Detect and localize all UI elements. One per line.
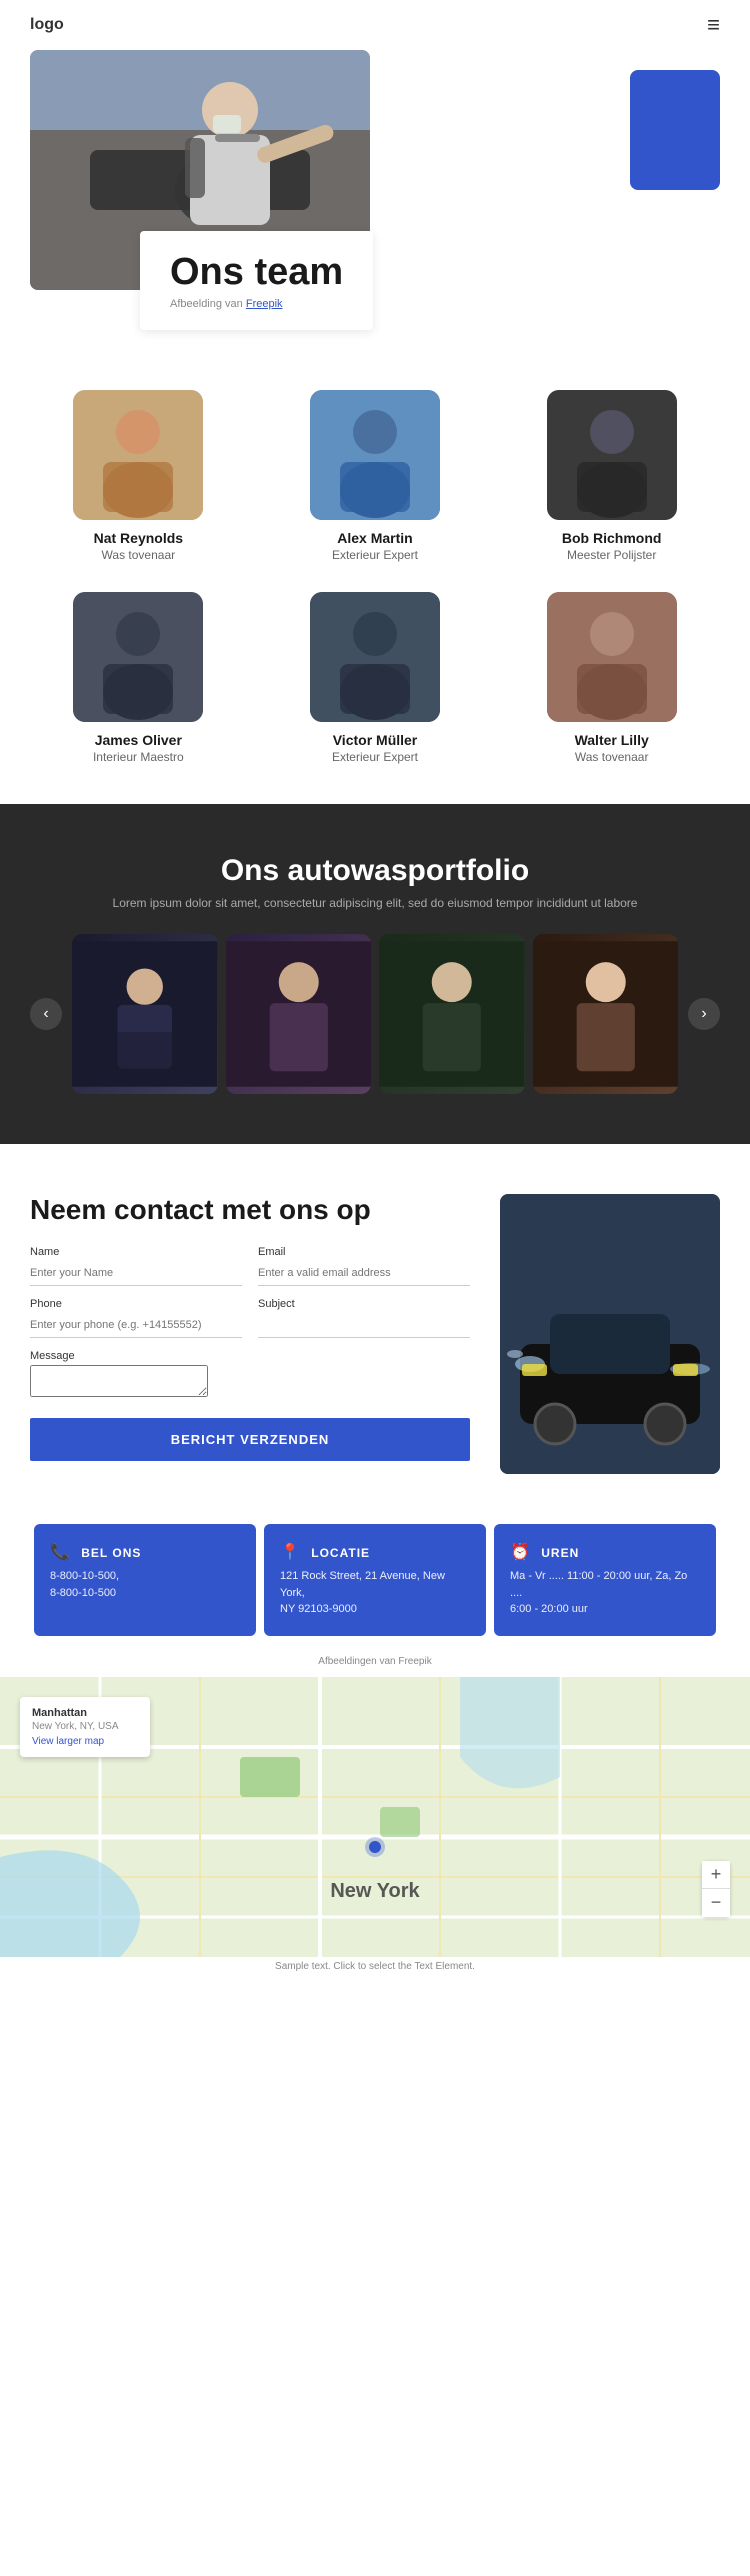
team-name-0: Nat Reynolds <box>30 530 247 546</box>
map-card-title: Manhattan <box>32 1707 138 1719</box>
team-photo-4 <box>310 592 440 722</box>
menu-icon[interactable]: ≡ <box>707 12 720 38</box>
name-input[interactable] <box>30 1261 242 1286</box>
footer-sample-text[interactable]: Sample text. Click to select the Text El… <box>0 1957 750 1976</box>
images-credit: Afbeeldingen van Freepik <box>0 1656 750 1667</box>
portfolio-carousel: ‹ <box>30 934 720 1094</box>
form-group-name: Name <box>30 1246 242 1286</box>
hero-section: Ons team Afbeelding van Freepik <box>30 50 720 330</box>
team-member-4: Victor Müller Exterieur Expert <box>267 592 484 764</box>
team-name-5: Walter Lilly <box>503 732 720 748</box>
form-group-email: Email <box>258 1246 470 1286</box>
map-card-sub: New York, NY, USA <box>32 1721 138 1732</box>
logo: logo <box>30 16 64 34</box>
card-icon-1: 📍 <box>280 1544 301 1561</box>
message-label: Message <box>30 1350 470 1362</box>
message-textarea[interactable] <box>30 1365 208 1397</box>
card-title-2: ⏰ UREN <box>510 1542 700 1562</box>
name-label: Name <box>30 1246 242 1258</box>
zoom-in-btn[interactable]: + <box>702 1861 730 1889</box>
subject-input[interactable] <box>258 1313 470 1338</box>
team-photo-0 <box>73 390 203 520</box>
team-photo-3 <box>73 592 203 722</box>
team-member-5: Walter Lilly Was tovenaar <box>503 592 720 764</box>
team-photo-5 <box>547 592 677 722</box>
team-role-4: Exterieur Expert <box>267 750 484 764</box>
email-label: Email <box>258 1246 470 1258</box>
hero-text-box: Ons team Afbeelding van Freepik <box>140 231 373 330</box>
team-role-3: Interieur Maestro <box>30 750 247 764</box>
team-member-1: Alex Martin Exterieur Expert <box>267 390 484 562</box>
team-role-0: Was tovenaar <box>30 548 247 562</box>
carousel-img-4 <box>533 934 679 1094</box>
team-member-2: Bob Richmond Meester Polijster <box>503 390 720 562</box>
team-photo-2 <box>547 390 677 520</box>
zoom-out-btn[interactable]: − <box>702 1889 730 1917</box>
card-title-0: 📞 BEL ONS <box>50 1542 240 1562</box>
info-cards: 📞 BEL ONS 8-800-10-500,8-800-10-500 📍 LO… <box>0 1524 750 1656</box>
team-role-1: Exterieur Expert <box>267 548 484 562</box>
hero-accent-top <box>630 70 720 190</box>
team-name-1: Alex Martin <box>267 530 484 546</box>
carousel-next-btn[interactable]: › <box>688 998 720 1030</box>
map-overlay-card: Manhattan New York, NY, USA View larger … <box>20 1697 150 1757</box>
svg-text:New York: New York <box>330 1880 420 1902</box>
info-card-1: 📍 LOCATIE 121 Rock Street, 21 Avenue, Ne… <box>264 1524 486 1636</box>
card-title-1: 📍 LOCATIE <box>280 1542 470 1562</box>
map-card-link[interactable]: View larger map <box>32 1736 138 1747</box>
form-group-phone: Phone <box>30 1298 242 1338</box>
team-name-2: Bob Richmond <box>503 530 720 546</box>
submit-button[interactable]: BERICHT VERZENDEN <box>30 1418 470 1461</box>
card-text-0: 8-800-10-500,8-800-10-500 <box>50 1568 240 1601</box>
team-photo-1 <box>310 390 440 520</box>
carousel-img-3 <box>379 934 525 1094</box>
team-name-4: Victor Müller <box>267 732 484 748</box>
carousel-prev-btn[interactable]: ‹ <box>30 998 62 1030</box>
hero-credit-link[interactable]: Freepik <box>246 298 283 310</box>
phone-input[interactable] <box>30 1313 242 1338</box>
info-card-2: ⏰ UREN Ma - Vr ..... 11:00 - 20:00 uur, … <box>494 1524 716 1636</box>
card-icon-2: ⏰ <box>510 1544 531 1561</box>
team-role-5: Was tovenaar <box>503 750 720 764</box>
carousel-img-2 <box>226 934 372 1094</box>
carousel-img-1 <box>72 934 218 1094</box>
info-card-0: 📞 BEL ONS 8-800-10-500,8-800-10-500 <box>34 1524 256 1636</box>
team-name-3: James Oliver <box>30 732 247 748</box>
hero-credit: Afbeelding van Freepik <box>170 298 343 310</box>
portfolio-description: Lorem ipsum dolor sit amet, consectetur … <box>30 896 720 910</box>
portfolio-section: Ons autowasportfolio Lorem ipsum dolor s… <box>0 804 750 1144</box>
contact-form: Neem contact met ons op Name Email Phone… <box>30 1194 470 1461</box>
contact-section: Neem contact met ons op Name Email Phone… <box>0 1144 750 1524</box>
map-zoom-controls: + − <box>702 1861 730 1917</box>
form-row-2: Phone Subject <box>30 1298 470 1338</box>
carousel-images <box>72 934 678 1094</box>
team-section: Nat Reynolds Was tovenaar Alex Martin Ex… <box>0 370 750 804</box>
team-member-3: James Oliver Interieur Maestro <box>30 592 247 764</box>
team-member-0: Nat Reynolds Was tovenaar <box>30 390 247 562</box>
phone-label: Phone <box>30 1298 242 1310</box>
card-text-2: Ma - Vr ..... 11:00 - 20:00 uur, Za, Zo … <box>510 1568 700 1618</box>
form-row-1: Name Email <box>30 1246 470 1286</box>
contact-title: Neem contact met ons op <box>30 1194 470 1226</box>
hero-title: Ons team <box>170 251 343 294</box>
team-grid: Nat Reynolds Was tovenaar Alex Martin Ex… <box>30 390 720 764</box>
form-group-subject: Subject <box>258 1298 470 1338</box>
card-icon-0: 📞 <box>50 1544 71 1561</box>
map-section: New York Manhattan New York, NY, USA Vie… <box>0 1677 750 1957</box>
portfolio-title: Ons autowasportfolio <box>30 854 720 888</box>
contact-image <box>500 1194 720 1474</box>
subject-label: Subject <box>258 1298 470 1310</box>
team-role-2: Meester Polijster <box>503 548 720 562</box>
card-text-1: 121 Rock Street, 21 Avenue, New York,NY … <box>280 1568 470 1618</box>
email-input[interactable] <box>258 1261 470 1286</box>
header: logo ≡ <box>0 0 750 50</box>
